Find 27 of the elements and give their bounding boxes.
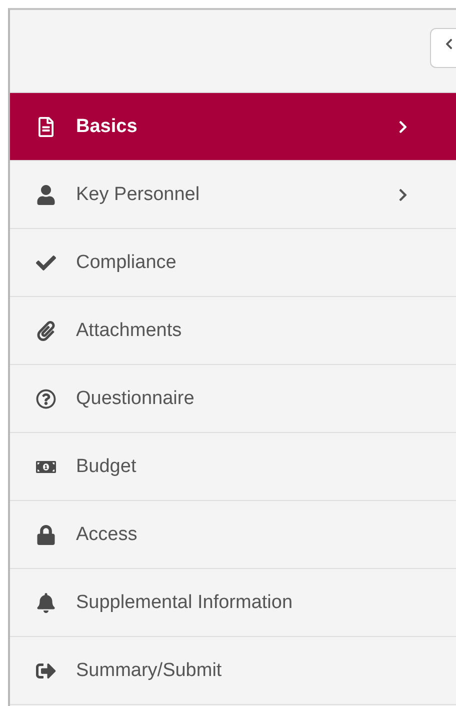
person-icon: [36, 184, 56, 204]
nav-item[interactable]: Basics: [10, 93, 456, 161]
nav-item[interactable]: Attachments: [10, 297, 456, 365]
nav-label: Basics: [76, 116, 138, 138]
exit-icon: [36, 660, 56, 680]
question-icon: [36, 388, 56, 408]
nav-item[interactable]: Questionnaire: [10, 365, 456, 433]
nav-label: Summary/Submit: [76, 660, 223, 682]
nav-item[interactable]: Supplemental Information: [10, 569, 456, 637]
bell-icon: [36, 592, 56, 612]
nav-label: Compliance: [76, 252, 178, 274]
paperclip-icon: [36, 320, 56, 340]
nav-item[interactable]: Compliance: [10, 229, 456, 297]
nav-label: Access: [76, 524, 138, 546]
nav-label: Key Personnel: [76, 184, 201, 206]
nav-label: Supplemental Information: [76, 592, 294, 614]
nav-label: Attachments: [76, 320, 183, 342]
nav-item[interactable]: Access: [10, 501, 456, 569]
document-icon: [36, 116, 56, 136]
chevron-left-icon: [443, 38, 455, 50]
lock-icon: [36, 524, 56, 544]
nav-label: Budget: [76, 456, 138, 478]
nav-item[interactable]: Key Personnel: [10, 161, 456, 229]
checkmark-icon: [36, 252, 56, 272]
nav-item[interactable]: Budget: [10, 433, 456, 501]
nav-label: Questionnaire: [76, 388, 196, 410]
nav-item[interactable]: Summary/Submit: [10, 637, 456, 705]
